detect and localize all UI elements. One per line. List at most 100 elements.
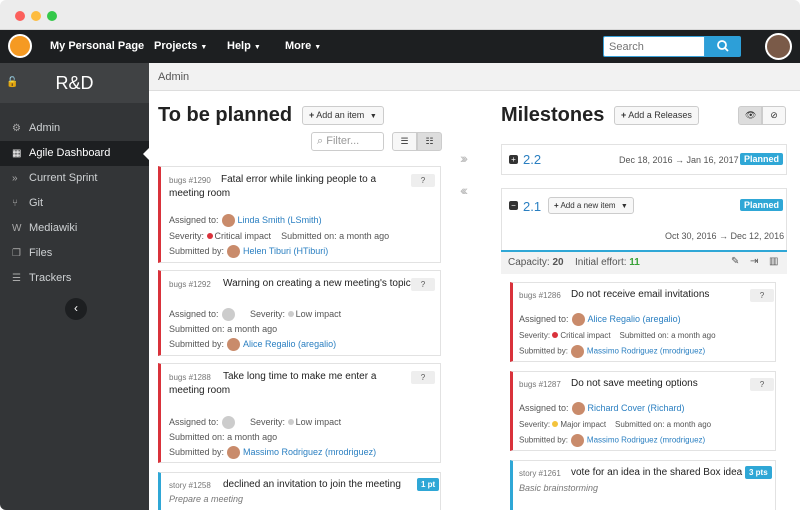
sidebar-item-mediawiki[interactable]: W Mediawiki (0, 216, 149, 241)
effort-badge[interactable]: ? (411, 278, 435, 291)
severity-label: Severity: (250, 308, 286, 319)
submitted-on-value: a month ago (227, 432, 278, 442)
milestone-card[interactable]: story #1261 vote for an idea in the shar… (510, 460, 776, 510)
caret-down-icon: ▼ (253, 44, 261, 51)
card-title[interactable]: Take long time to make me enter a meetin… (169, 370, 399, 398)
card-type: bugs #1286 (519, 291, 561, 300)
logo-icon[interactable] (8, 34, 32, 58)
submitted-on-row: Submitted on: a month ago (169, 324, 277, 334)
submitter-link[interactable]: Massimo Rodriguez (mrodriguez) (587, 436, 705, 445)
move-left-icon[interactable]: ‹‹‹ (460, 182, 468, 198)
card-title[interactable]: Do not receive email invitations (571, 288, 709, 302)
milestone-card[interactable]: bugs #1286 Do not receive email invitati… (510, 282, 776, 362)
submitter-link[interactable]: Helen Tiburi (HTiburi) (243, 246, 328, 256)
sidebar-item-trackers[interactable]: ☰ Trackers (0, 266, 149, 291)
sidebar-item-current-sprint[interactable]: » Current Sprint (0, 166, 149, 191)
minimize-dot[interactable] (31, 11, 41, 21)
milestone-number[interactable]: 2.2 (523, 152, 541, 167)
sidebar-item-admin[interactable]: ⚙ Admin (0, 116, 149, 141)
card-title[interactable]: vote for an idea in the shared Box idea (571, 466, 742, 480)
effort-badge[interactable]: ? (750, 289, 774, 302)
unlock-icon[interactable]: 🔓 (6, 63, 18, 103)
milestone-row[interactable]: − 2.1 + Add a new item ▼ Planned Oct 30,… (501, 188, 787, 252)
search-button[interactable] (705, 36, 741, 57)
milestone-row[interactable]: + 2.2 Dec 18, 2016 → Jan 16, 2017 Planne… (501, 144, 787, 175)
points-badge[interactable]: 3 pts (745, 466, 772, 479)
severity-dot-icon (287, 418, 294, 425)
list-view-button[interactable]: ☰ (392, 132, 417, 151)
severity-value: Major impact (560, 420, 607, 429)
submitted-on-value: a month ago (666, 420, 712, 429)
maximize-dot[interactable] (47, 11, 57, 21)
assignee-link[interactable]: Alice Regalio (aregalio) (588, 314, 681, 324)
collapse-icon[interactable]: − (509, 201, 518, 210)
user-avatar[interactable] (765, 33, 792, 60)
sidebar-item-files[interactable]: ❐ Files (0, 241, 149, 266)
card-title[interactable]: Do not save meeting options (571, 377, 698, 391)
card-title[interactable]: declined an invitation to join the meeti… (223, 478, 401, 492)
milestone-card[interactable]: bugs #1287 Do not save meeting options ?… (510, 371, 776, 451)
backlog-card[interactable]: bugs #1292 Warning on creating a new mee… (158, 270, 441, 356)
detail-view-button[interactable]: ☷ (417, 132, 442, 151)
assigned-label: Assigned to: (519, 313, 569, 324)
expand-icon[interactable]: + (509, 155, 518, 164)
submitted-by-row: Submitted by: Massimo Rodriguez (mrodrigu… (169, 446, 376, 459)
hide-button[interactable]: ⊘ (762, 106, 786, 125)
sidebar-item-label: Agile Dashboard (29, 147, 111, 159)
move-right-icon[interactable]: ››› (460, 150, 468, 166)
show-button[interactable]: 👁 (738, 106, 762, 125)
nav-help[interactable]: Help ▼ (227, 40, 261, 52)
nav-my-page[interactable]: My Personal Page (50, 40, 144, 52)
backlog-card[interactable]: bugs #1290 Fatal error while linking peo… (158, 166, 441, 263)
nav-more[interactable]: More ▼ (285, 40, 321, 52)
status-badge: Planned (740, 153, 784, 165)
assignee-link[interactable]: Richard Cover (Richard) (588, 403, 685, 413)
submitter-link[interactable]: Alice Regalio (aregalio) (243, 339, 336, 349)
severity-value: Low impact (295, 416, 342, 427)
effort-badge[interactable]: ? (411, 174, 435, 187)
submitted-by-row: Submitted by: Alice Regalio (aregalio) (169, 338, 336, 351)
import-icon[interactable]: ⇥ (750, 256, 758, 267)
sidebar-item-git[interactable]: ⑂ Git (0, 191, 149, 216)
add-new-item-button[interactable]: + Add a new item ▼ (548, 197, 634, 214)
sidebar-item-agile-dashboard[interactable]: ▦ Agile Dashboard (0, 141, 149, 166)
add-item-button[interactable]: + Add an item ▼ (302, 106, 384, 125)
collapse-sidebar-button[interactable]: ‹ (65, 298, 87, 320)
breadcrumb[interactable]: Admin (149, 63, 800, 91)
submitter-link[interactable]: Massimo Rodriguez (mrodriguez) (587, 347, 705, 356)
close-dot[interactable] (15, 11, 25, 21)
filter-input[interactable]: ⌕ Filter... (311, 132, 384, 151)
severity-value: Critical impact (214, 231, 272, 241)
severity-value: Critical impact (560, 331, 611, 340)
avatar (221, 308, 235, 321)
effort-badge[interactable]: ? (411, 371, 435, 384)
edit-icon[interactable]: ✎ (731, 256, 739, 267)
assigned-row: Assigned to: Severity: Low impact (169, 308, 341, 321)
top-navbar: My Personal Page Projects ▼ Help ▼ More ▼ (0, 30, 800, 63)
milestone-number[interactable]: 2.1 (523, 199, 541, 214)
search-input[interactable] (603, 36, 705, 57)
card-title[interactable]: Fatal error while linking people to a me… (169, 173, 399, 201)
search-icon (717, 40, 729, 52)
backlog-card[interactable]: story #1258 declined an invitation to jo… (158, 472, 441, 510)
points-badge[interactable]: 1 pt (417, 478, 440, 491)
milestone-dates: Oct 30, 2016 → Dec 12, 2016 (665, 231, 785, 241)
sidebar-project-header: 🔓 R&D (0, 63, 149, 103)
submitter-link[interactable]: Massimo Rodriguez (mrodriguez) (243, 447, 376, 457)
assignee-link[interactable]: Linda Smith (LSmith) (238, 215, 322, 225)
list-icon: ☰ (12, 273, 21, 284)
severity-submitted-row: Severity: Critical impact Submitted on: … (519, 331, 716, 340)
chart-icon[interactable]: ▥ (769, 256, 778, 267)
backlog-card[interactable]: bugs #1288 Take long time to make me ent… (158, 363, 441, 463)
add-item-label: Add an item (316, 110, 365, 120)
project-name: R&D (55, 73, 94, 93)
card-subtitle: Prepare a meeting (169, 494, 244, 504)
card-type: story #1261 (519, 469, 561, 478)
card-title[interactable]: Warning on creating a new meeting's topi… (223, 277, 411, 291)
effort-badge[interactable]: ? (750, 378, 774, 391)
nav-projects[interactable]: Projects ▼ (154, 40, 207, 52)
add-release-button[interactable]: + Add a Releases (614, 106, 699, 125)
submitted-by-row: Submitted by: Massimo Rodriguez (mrodrigu… (519, 434, 705, 447)
capacity-label: Capacity: (508, 257, 550, 268)
add-release-label: Add a Releases (628, 110, 692, 120)
